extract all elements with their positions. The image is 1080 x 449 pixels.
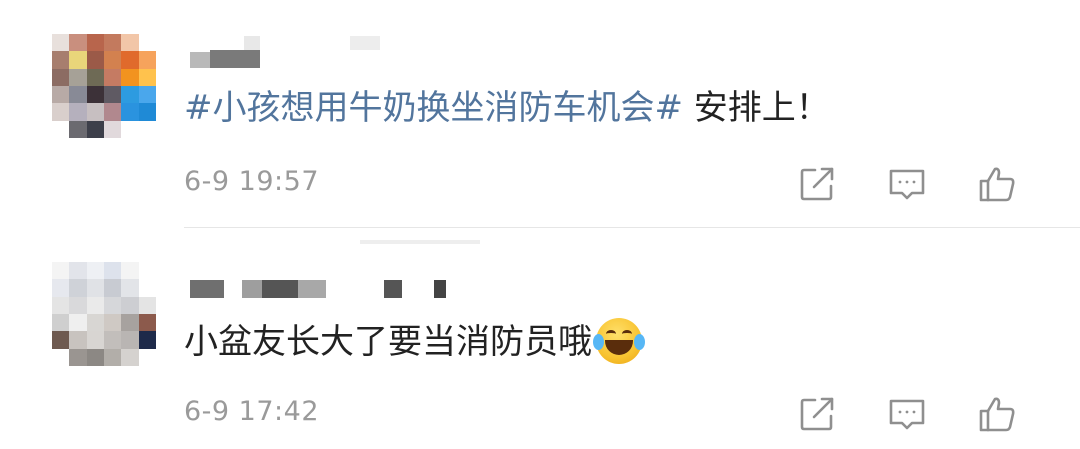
comment-text: #小孩想用牛奶换坐消防车机会# 安排上！ (184, 86, 830, 130)
reply-button[interactable] (862, 160, 952, 208)
comment-time: 6-9 17:42 (184, 396, 319, 427)
like-button[interactable] (952, 390, 1042, 438)
share-icon (800, 167, 834, 201)
comment-body: 安排上！ (682, 88, 830, 128)
comment-item: 小盆友长大了要当消防员哦 6-9 17:42 (0, 228, 1080, 449)
comment-actions (772, 160, 1042, 208)
comment-body: 小盆友长大了要当消防员哦 (184, 322, 592, 362)
like-icon (979, 167, 1015, 202)
comment-item: #小孩想用牛奶换坐消防车机会# 安排上！ 6-9 19:57 (0, 0, 1080, 228)
comment-icon (889, 399, 925, 430)
reply-button[interactable] (862, 390, 952, 438)
share-button[interactable] (772, 160, 862, 208)
comment-time: 6-9 19:57 (184, 166, 319, 197)
like-icon (979, 397, 1015, 432)
share-icon (800, 397, 834, 431)
comment-icon (889, 169, 925, 200)
comment-actions (772, 390, 1042, 438)
topic-link[interactable]: #小孩想用牛奶换坐消防车机会# (184, 88, 683, 128)
laugh-cry-emoji-icon (593, 317, 645, 364)
share-button[interactable] (772, 390, 862, 438)
like-button[interactable] (952, 160, 1042, 208)
comment-text: 小盆友长大了要当消防员哦 (184, 317, 645, 367)
